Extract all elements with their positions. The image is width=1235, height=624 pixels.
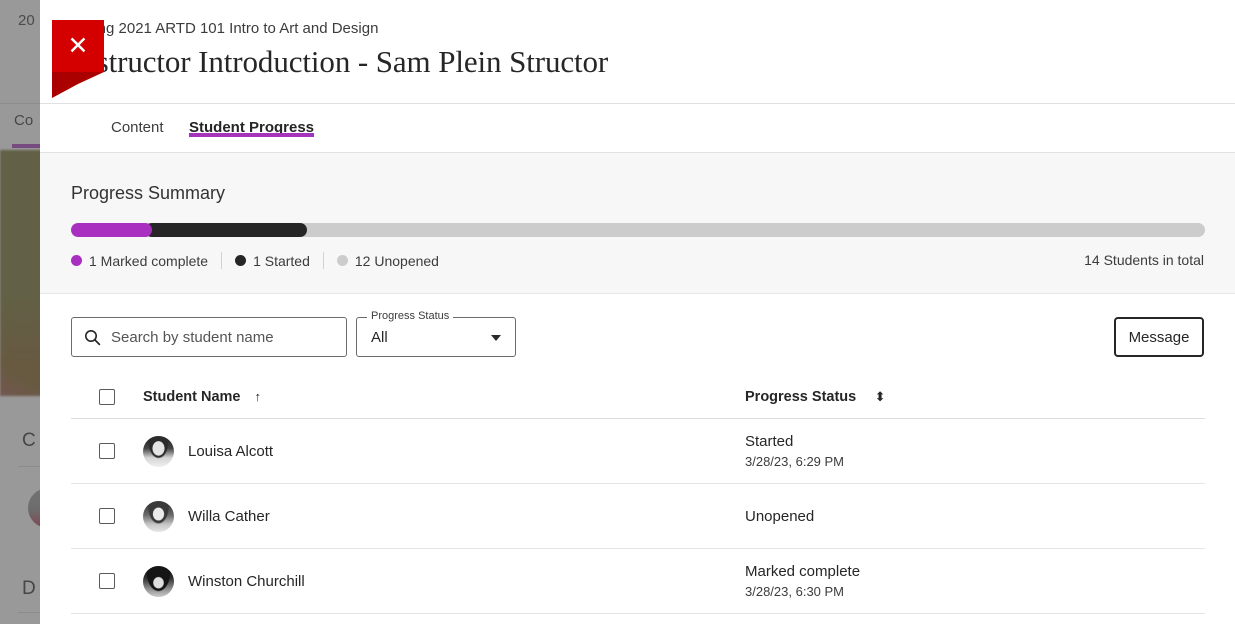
student-progress-table: Student Name ↑ Progress Status ⬍ Louisa … xyxy=(71,375,1205,614)
table-row[interactable]: Willa Cather Unopened xyxy=(71,484,1205,549)
legend-dot-marked-complete xyxy=(71,255,82,266)
row-checkbox[interactable] xyxy=(99,443,115,459)
legend-label-started: 1 Started xyxy=(253,253,310,269)
student-cell: Winston Churchill xyxy=(143,566,745,597)
tab-active-underline xyxy=(189,133,314,137)
sort-toggle-icon[interactable]: ⬍ xyxy=(875,389,886,404)
progress-status-select[interactable]: Progress Status All xyxy=(356,317,516,357)
status-cell: Marked complete 3/28/23, 6:30 PM xyxy=(745,563,1205,599)
progress-summary-panel: Progress Summary 1 Marked complete 1 Sta… xyxy=(40,153,1235,294)
column-student-name-label: Student Name xyxy=(143,389,241,405)
student-name: Willa Cather xyxy=(188,508,270,525)
sort-ascending-icon[interactable]: ↑ xyxy=(255,390,262,403)
progress-status-select-label: Progress Status xyxy=(367,310,453,322)
column-progress-status[interactable]: Progress Status ⬍ xyxy=(745,388,1205,406)
progress-legend: 1 Marked complete 1 Started 12 Unopened xyxy=(71,252,439,269)
legend-item-marked-complete: 1 Marked complete xyxy=(71,253,208,269)
course-breadcrumb: Spring 2021 ARTD 101 Intro to Art and De… xyxy=(71,20,378,37)
avatar xyxy=(143,501,174,532)
progress-bar xyxy=(71,223,1205,237)
status-timestamp: 3/28/23, 6:30 PM xyxy=(745,584,1205,599)
tab-content[interactable]: Content xyxy=(111,119,164,136)
progress-bar-segment-started xyxy=(145,223,307,237)
row-checkbox[interactable] xyxy=(99,573,115,589)
avatar xyxy=(143,566,174,597)
status-label: Unopened xyxy=(745,508,1205,525)
student-name: Louisa Alcott xyxy=(188,443,273,460)
student-progress-modal: ✕ Spring 2021 ARTD 101 Intro to Art and … xyxy=(40,0,1235,624)
column-student-name[interactable]: Student Name ↑ xyxy=(143,389,745,405)
legend-separator-2 xyxy=(323,252,324,269)
students-total-label: 14 Students in total xyxy=(1084,252,1204,268)
avatar xyxy=(143,436,174,467)
legend-dot-unopened xyxy=(337,255,348,266)
search-input[interactable] xyxy=(111,329,329,346)
search-box[interactable] xyxy=(71,317,347,357)
table-toolbar: Progress Status All Message xyxy=(40,295,1235,375)
tab-student-progress[interactable]: Student Progress xyxy=(189,119,314,136)
legend-label-unopened: 12 Unopened xyxy=(355,253,439,269)
legend-item-started: 1 Started xyxy=(235,253,310,269)
status-label: Marked complete xyxy=(745,563,1205,580)
status-cell: Unopened xyxy=(745,508,1205,525)
legend-label-marked-complete: 1 Marked complete xyxy=(89,253,208,269)
progress-bar-segment-complete xyxy=(71,223,152,237)
status-cell: Started 3/28/23, 6:29 PM xyxy=(745,433,1205,469)
search-icon xyxy=(84,329,101,346)
row-select-cell xyxy=(71,508,143,524)
legend-dot-started xyxy=(235,255,246,266)
modal-header: Spring 2021 ARTD 101 Intro to Art and De… xyxy=(40,0,1235,104)
student-cell: Louisa Alcott xyxy=(143,436,745,467)
close-icon: ✕ xyxy=(52,20,104,72)
row-select-cell xyxy=(71,573,143,589)
table-row[interactable]: Louisa Alcott Started 3/28/23, 6:29 PM xyxy=(71,419,1205,484)
legend-separator-1 xyxy=(221,252,222,269)
message-button[interactable]: Message xyxy=(1114,317,1204,357)
progress-status-select-value: All xyxy=(371,329,388,346)
row-select-cell xyxy=(71,443,143,459)
progress-summary-title: Progress Summary xyxy=(71,183,225,204)
chevron-down-icon xyxy=(491,335,501,341)
student-cell: Willa Cather xyxy=(143,501,745,532)
close-button[interactable]: ✕ xyxy=(52,20,104,72)
select-all-cell xyxy=(71,389,143,405)
legend-item-unopened: 12 Unopened xyxy=(337,253,439,269)
row-checkbox[interactable] xyxy=(99,508,115,524)
table-header-row: Student Name ↑ Progress Status ⬍ xyxy=(71,375,1205,419)
modal-tabs: Content Student Progress xyxy=(40,105,1235,153)
table-row[interactable]: Winston Churchill Marked complete 3/28/2… xyxy=(71,549,1205,614)
page-title: Instructor Introduction - Sam Plein Stru… xyxy=(71,44,608,80)
select-all-checkbox[interactable] xyxy=(99,389,115,405)
status-label: Started xyxy=(745,433,1205,450)
student-name: Winston Churchill xyxy=(188,573,305,590)
column-progress-status-label: Progress Status xyxy=(745,389,856,405)
status-timestamp: 3/28/23, 6:29 PM xyxy=(745,454,1205,469)
